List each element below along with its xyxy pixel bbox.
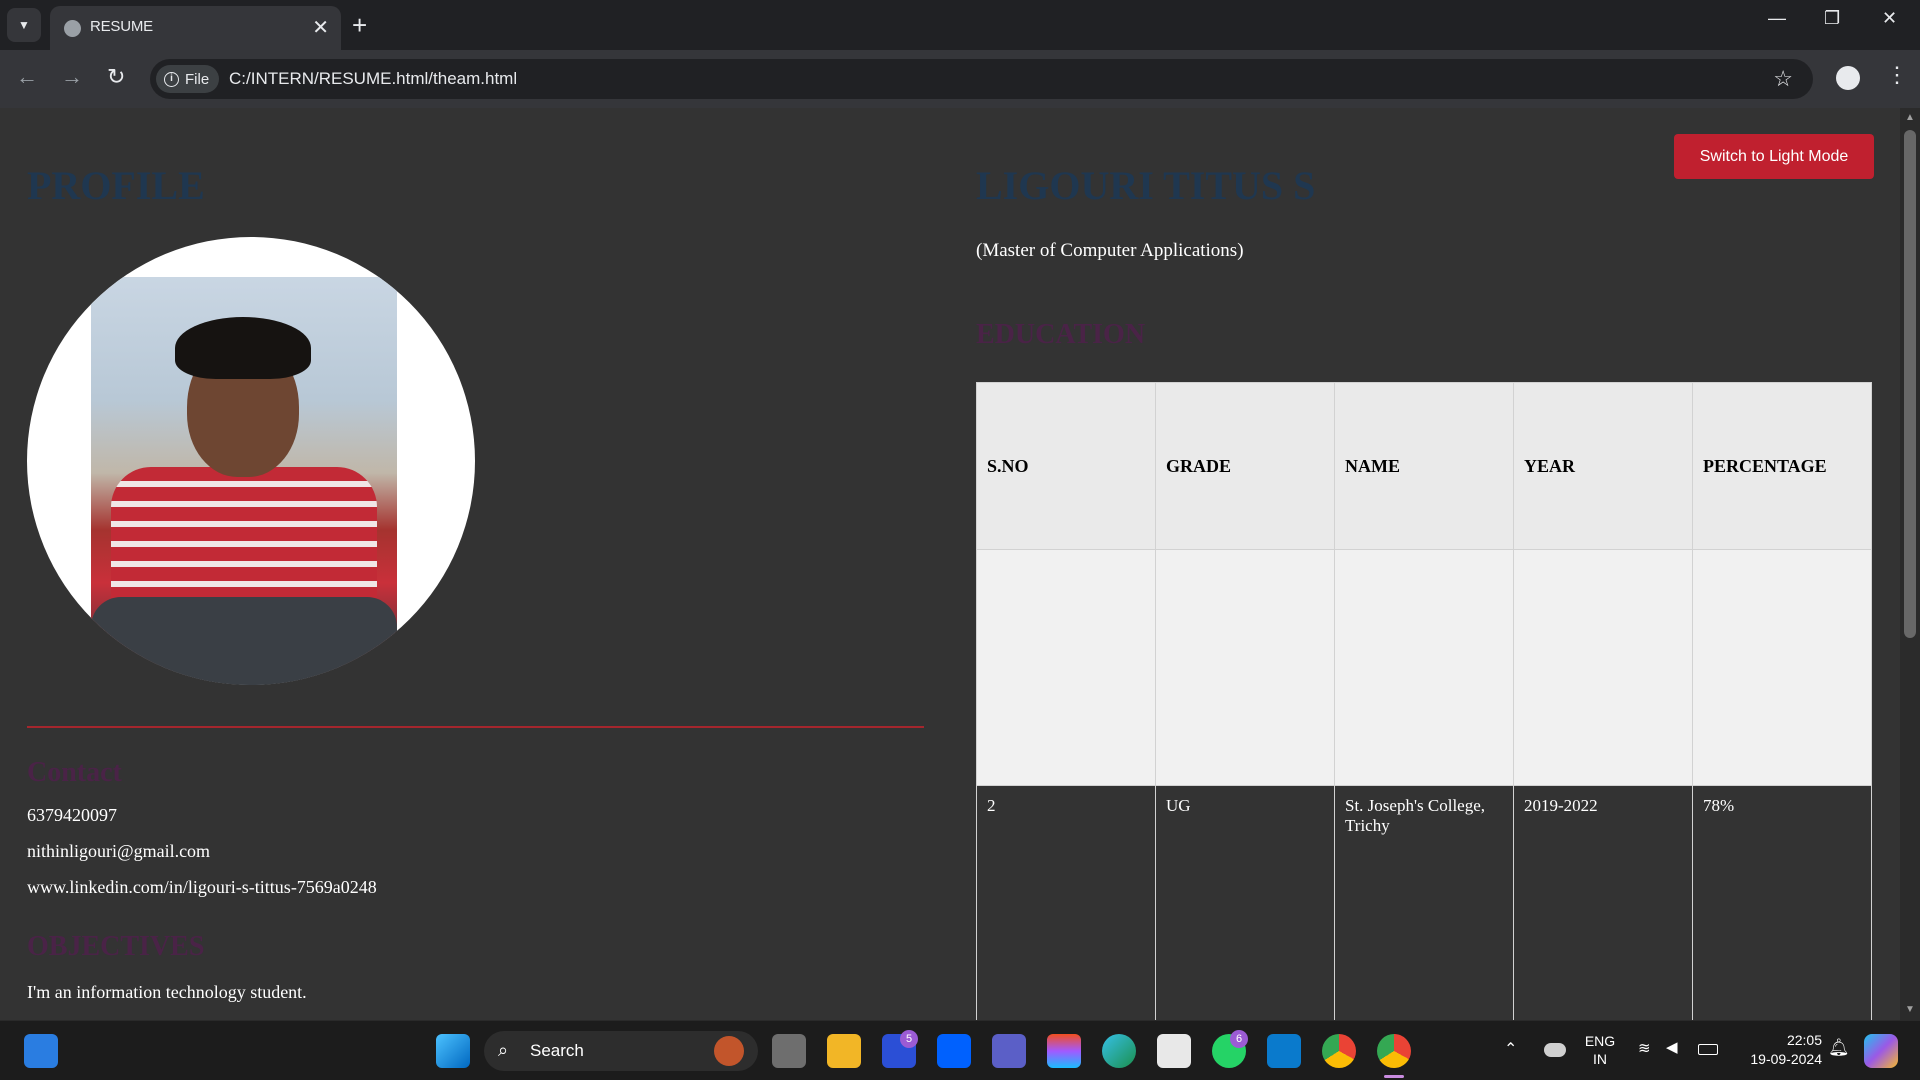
column-header: PERCENTAGE (1692, 382, 1872, 550)
vscode-icon[interactable] (1267, 1034, 1301, 1068)
profile-photo (27, 237, 475, 685)
contact-heading: Contact (27, 757, 122, 788)
table-cell: UG (1155, 785, 1335, 1020)
objectives-text: I'm an information technology student. (27, 982, 307, 1002)
table-cell (1334, 549, 1514, 786)
tab-title: RESUME (90, 18, 153, 35)
notification-badge: 6 (1230, 1030, 1248, 1048)
theme-toggle-button[interactable]: Switch to Light Mode (1674, 134, 1874, 179)
wifi-icon[interactable]: ≋ (1638, 1039, 1651, 1057)
chevron-down-icon: ▼ (18, 18, 30, 32)
site-info-chip[interactable]: i File (156, 65, 220, 93)
battery-icon[interactable] (1698, 1044, 1718, 1055)
section-divider (27, 726, 924, 728)
search-icon: ⌕ (498, 1040, 509, 1060)
table-cell (1513, 549, 1693, 786)
forward-button[interactable]: → (61, 64, 83, 90)
close-window-button[interactable]: ✕ (1882, 8, 1897, 29)
profile-avatar-icon[interactable] (1836, 66, 1860, 90)
taskbar-search-label: Search (530, 1041, 584, 1060)
column-header: GRADE (1155, 382, 1335, 550)
site-info-label: File (185, 70, 210, 88)
language-indicator[interactable]: ENG IN (1584, 1032, 1616, 1068)
active-app-indicator (1384, 1075, 1404, 1078)
chrome-active-icon[interactable] (1377, 1034, 1411, 1068)
taskbar: ⌕ Search 5 6 ⌃ ENG IN ≋ ◀ 22:05 19-09-20… (0, 1020, 1920, 1080)
column-header: S.NO (976, 382, 1156, 550)
table-cell: 2 (976, 785, 1156, 1020)
education-table: S.NO GRADE NAME YEAR PERCENTAGE 2 UG St.… (976, 382, 1872, 1020)
browser-tab[interactable]: RESUME ✕ (50, 6, 341, 50)
start-windows-icon[interactable] (436, 1034, 470, 1068)
language-line-1: ENG (1584, 1033, 1616, 1049)
table-cell (1155, 549, 1335, 786)
name-heading: LIGOURI TITUS S (976, 163, 1316, 208)
table-row (976, 549, 1872, 786)
figma-icon[interactable] (1047, 1034, 1081, 1068)
search-highlight-icon (714, 1036, 744, 1066)
reload-button[interactable]: ↻ (107, 64, 125, 90)
table-cell: St. Joseph's College, Trichy (1334, 785, 1514, 1020)
contact-email: nithinligouri@gmail.com (27, 841, 211, 861)
photo-foreground (91, 597, 397, 685)
profile-heading: PROFILE (27, 163, 205, 208)
table-cell: 78% (1692, 785, 1872, 1020)
url-text[interactable]: C:/INTERN/RESUME.html/theam.html (229, 69, 517, 89)
education-heading: EDUCATION (976, 319, 1146, 350)
dropbox-icon[interactable] (937, 1034, 971, 1068)
scrollbar-thumb[interactable] (1904, 130, 1916, 638)
restore-button[interactable]: ❐ (1824, 8, 1840, 29)
photo-shirt (111, 467, 377, 617)
clock-time: 22:05 (1786, 1032, 1822, 1048)
photo-hair (175, 317, 311, 379)
back-button[interactable]: ← (16, 64, 38, 90)
minimize-button[interactable]: — (1768, 8, 1786, 29)
chrome-icon[interactable] (1322, 1034, 1356, 1068)
tab-search-button[interactable]: ▼ (7, 8, 41, 42)
onedrive-icon[interactable] (1544, 1043, 1566, 1057)
new-tab-button[interactable]: + (352, 8, 367, 42)
address-bar[interactable]: i File C:/INTERN/RESUME.html/theam.html … (150, 59, 1813, 99)
task-view-icon[interactable] (772, 1034, 806, 1068)
system-clock[interactable]: 22:05 19-09-2024 (1736, 1031, 1822, 1069)
table-cell (976, 549, 1156, 786)
close-tab-icon[interactable]: ✕ (312, 15, 329, 40)
scroll-down-arrow-icon[interactable]: ▼ (1905, 1004, 1915, 1015)
table-cell: 2019-2022 (1513, 785, 1693, 1020)
browser-toolbar: ← → ↻ i File C:/INTERN/RESUME.html/theam… (0, 50, 1920, 108)
widgets-icon[interactable] (24, 1034, 58, 1068)
tray-chevron-up-icon[interactable]: ⌃ (1504, 1039, 1517, 1059)
contact-phone: 6379420097 (27, 805, 117, 825)
browser-menu-icon[interactable]: ⋮ (1886, 62, 1908, 88)
column-header: NAME (1334, 382, 1514, 550)
notification-bell-icon[interactable]: 🔔︎ (1828, 1038, 1850, 1058)
globe-icon (64, 20, 81, 37)
tab-strip: ▼ RESUME ✕ + — ❐ ✕ (0, 0, 1920, 50)
page-scrollbar[interactable]: ▲ ▼ (1900, 108, 1920, 1020)
profile-photo-image (91, 277, 397, 685)
teams-icon[interactable] (992, 1034, 1026, 1068)
edge-icon[interactable] (1102, 1034, 1136, 1068)
language-line-2: IN (1593, 1051, 1607, 1067)
volume-icon[interactable]: ◀ (1666, 1038, 1678, 1056)
bookmark-star-icon[interactable]: ☆ (1773, 66, 1793, 92)
table-header-row: S.NO GRADE NAME YEAR PERCENTAGE (976, 382, 1872, 550)
taskbar-search[interactable]: ⌕ Search (484, 1031, 758, 1071)
table-cell (1692, 549, 1872, 786)
contact-linkedin: www.linkedin.com/in/ligouri-s-tittus-756… (27, 877, 377, 897)
objectives-heading: OBJECTIVES (27, 931, 205, 962)
microsoft-store-icon[interactable] (1157, 1034, 1191, 1068)
info-icon: i (164, 71, 179, 87)
copilot-icon[interactable] (1864, 1034, 1898, 1068)
table-row: 2 UG St. Joseph's College, Trichy 2019-2… (976, 785, 1872, 1020)
file-explorer-icon[interactable] (827, 1034, 861, 1068)
degree-text: (Master of Computer Applications) (976, 240, 1244, 261)
scroll-up-arrow-icon[interactable]: ▲ (1905, 112, 1915, 123)
page-viewport: Switch to Light Mode PROFILE Contact 637… (0, 108, 1900, 1020)
notification-badge: 5 (900, 1030, 918, 1048)
column-header: YEAR (1513, 382, 1693, 550)
clock-date: 19-09-2024 (1750, 1051, 1822, 1067)
